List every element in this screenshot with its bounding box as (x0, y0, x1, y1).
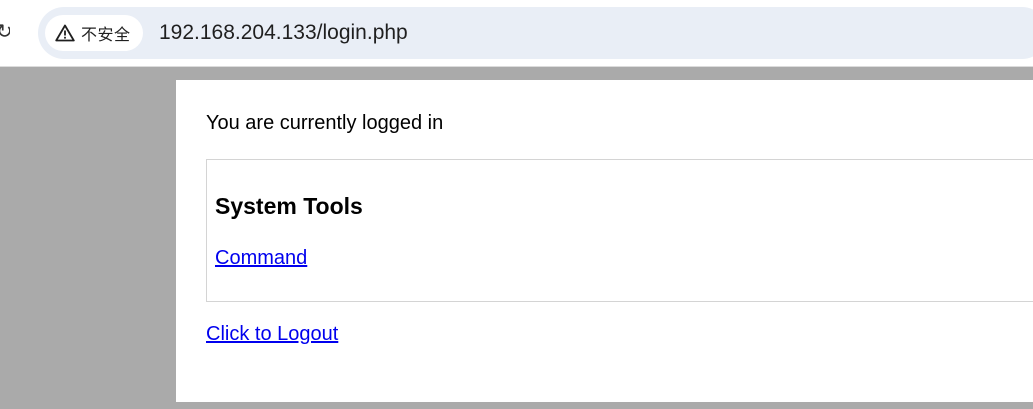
system-tools-box: System Tools Command (206, 159, 1033, 302)
login-status-text: You are currently logged in (206, 112, 444, 134)
command-link[interactable]: Command (215, 247, 307, 270)
security-label: 不安全 (81, 25, 131, 44)
system-tools-heading: System Tools (215, 193, 363, 219)
address-bar[interactable]: 不安全 192.168.204.133/login.php (38, 7, 1033, 59)
site-security-chip[interactable]: 不安全 (45, 15, 143, 51)
reload-icon[interactable]: ↻ (0, 20, 10, 42)
browser-toolbar: ↻ 不安全 192.168.204.133/login.php (0, 0, 1033, 67)
logout-link[interactable]: Click to Logout (206, 323, 338, 346)
warning-triangle-icon (55, 24, 75, 42)
url-text[interactable]: 192.168.204.133/login.php (159, 20, 408, 46)
page-content: You are currently logged in System Tools… (176, 80, 1033, 402)
